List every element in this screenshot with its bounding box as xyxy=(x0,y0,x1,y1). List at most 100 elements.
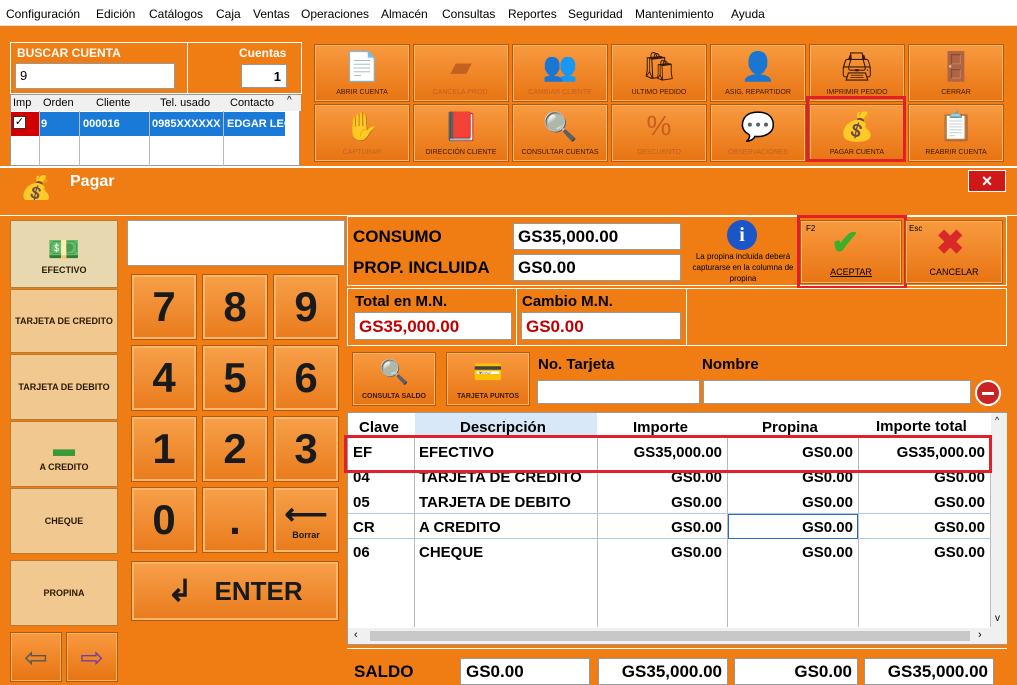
method-cheque[interactable]: CHEQUE xyxy=(10,488,118,554)
highlight-efectivo-row xyxy=(344,435,992,473)
col-tel: Tel. usado xyxy=(160,97,211,109)
exit-door-icon: 🚪 xyxy=(938,51,974,82)
tarjeta-puntos-button[interactable]: 💳 TARJETA PUNTOS xyxy=(446,352,530,406)
scroll-up-icon[interactable]: ^ xyxy=(995,415,999,425)
cancela-prod-button[interactable]: ▰ CANCELA PROD. xyxy=(413,44,509,102)
consultar-cuentas-button[interactable]: 🔍 CONSULTAR CUENTAS xyxy=(512,104,608,162)
ultimo-pedido-button[interactable]: 🛍 ULTIMO PEDIDO xyxy=(611,44,707,102)
menu-ayuda[interactable]: Ayuda xyxy=(731,7,765,21)
cerrar-button[interactable]: 🚪 CERRAR xyxy=(908,44,1004,102)
method-tarjeta-debito[interactable]: TARJETA DE DEBITO xyxy=(10,354,118,420)
dialog-title: Pagar xyxy=(70,173,115,190)
count-value: 1 xyxy=(241,64,287,88)
amount-display[interactable] xyxy=(127,220,345,266)
grid-line xyxy=(149,111,150,167)
no-tarjeta-input[interactable] xyxy=(537,380,700,404)
search-label: BUSCAR CUENTA xyxy=(17,46,121,60)
key-8[interactable]: 8 xyxy=(202,274,268,340)
method-tarjeta-credito[interactable]: TARJETA DE CREDITO xyxy=(10,289,118,353)
vertical-scrollbar[interactable]: ^ v xyxy=(991,413,1007,628)
menu-consultas[interactable]: Consultas xyxy=(442,7,495,21)
key-3[interactable]: 3 xyxy=(273,416,339,482)
key-borrar[interactable]: ⟵ Borrar xyxy=(273,487,339,553)
table-row[interactable]: 05 TARJETA DE DEBITO GS0.00 GS0.00 GS0.0… xyxy=(348,489,991,514)
highlight-pagar xyxy=(806,96,906,162)
scroll-down-icon[interactable]: v xyxy=(995,613,1000,624)
remove-icon[interactable] xyxy=(975,380,1001,406)
grid-line xyxy=(39,111,40,167)
enter-icon: ↲ xyxy=(167,574,193,608)
capturar-button[interactable]: ✋ CAPTURAR xyxy=(314,104,410,162)
search-input[interactable]: 9 xyxy=(15,63,175,89)
cambio-mn-value: GS0.00 xyxy=(521,312,681,340)
payments-header: Clave Descripción Importe Propina Import… xyxy=(348,413,991,437)
imprimir-pedido-button[interactable]: 🖨 IMPRIMIR PEDIDO xyxy=(809,44,905,102)
cancelar-button[interactable]: Esc ✖ CANCELAR xyxy=(905,220,1003,284)
row-cliente: 000016 xyxy=(83,118,120,130)
key-4[interactable]: 4 xyxy=(131,345,197,411)
method-propina[interactable]: PROPINA xyxy=(10,560,118,626)
users-icon: 👥 xyxy=(542,51,578,82)
menu-catalogos[interactable]: Catálogos xyxy=(149,7,203,21)
key-5[interactable]: 5 xyxy=(202,345,268,411)
count-label: Cuentas xyxy=(239,46,287,60)
menu-almacen[interactable]: Almacén xyxy=(381,7,428,21)
key-7[interactable]: 7 xyxy=(131,274,197,340)
table-row[interactable]: CR A CREDITO GS0.00 GS0.00 GS0.00 xyxy=(348,514,991,539)
cambiar-cliente-button[interactable]: 👥 CAMBIAR CLIENTE xyxy=(512,44,608,102)
abrir-cuenta-button[interactable]: 📄 ABRIR CUENTA xyxy=(314,44,410,102)
imp-checkbox[interactable]: ✓ xyxy=(13,116,26,129)
info-icon: i xyxy=(727,220,757,250)
key-0[interactable]: 0 xyxy=(131,487,197,553)
close-button[interactable]: × xyxy=(968,170,1006,192)
menu-mantenimiento[interactable]: Mantenimiento xyxy=(635,7,714,21)
scroll-thumb[interactable] xyxy=(370,631,970,641)
arrow-right-icon[interactable]: ⇨ xyxy=(66,632,118,682)
key-1[interactable]: 1 xyxy=(131,416,197,482)
horizontal-scrollbar[interactable]: ‹ › xyxy=(348,628,1007,644)
menu-ventas[interactable]: Ventas xyxy=(253,7,290,21)
direccion-cliente-button[interactable]: 📕 DIRECCIÓN CLIENTE xyxy=(413,104,509,162)
menu-edicion[interactable]: Edición xyxy=(96,7,135,21)
printer-icon: 🖨 xyxy=(839,51,875,82)
scroll-left-icon[interactable]: ‹ xyxy=(354,629,358,641)
menu-bar: Configuración Edición Catálogos Caja Ven… xyxy=(0,0,1017,26)
percent-tag-icon: % xyxy=(646,110,672,141)
nombre-input[interactable] xyxy=(703,380,971,404)
descuento-button[interactable]: % DESCUENTO xyxy=(611,104,707,162)
reabrir-cuenta-button[interactable]: 📋 REABRIR CUENTA xyxy=(908,104,1004,162)
scroll-right-icon[interactable]: › xyxy=(978,629,982,641)
asig-repartidor-button[interactable]: 👤 ASIG. REPARTIDOR xyxy=(710,44,806,102)
address-book-icon: 📕 xyxy=(443,111,479,142)
key-6[interactable]: 6 xyxy=(273,345,339,411)
total-propina: GS0.00 xyxy=(734,658,858,685)
cancelar-shortcut: Esc xyxy=(909,224,923,233)
key-dot[interactable]: . xyxy=(202,487,268,553)
document-icon: 📄 xyxy=(344,51,380,82)
arrow-left-icon[interactable]: ⇦ xyxy=(10,632,62,682)
method-efectivo[interactable]: 💵 EFECTIVO xyxy=(10,220,118,288)
no-tarjeta-label: No. Tarjeta xyxy=(538,356,615,373)
key-2[interactable]: 2 xyxy=(202,416,268,482)
menu-caja[interactable]: Caja xyxy=(216,7,241,21)
menu-reportes[interactable]: Reportes xyxy=(508,7,557,21)
reopen-icon: 📋 xyxy=(938,111,974,142)
total-mn-value: GS35,000.00 xyxy=(354,312,512,340)
observaciones-button[interactable]: 💬 OBSERVACIONES xyxy=(710,104,806,162)
enter-key[interactable]: ↲ ENTER xyxy=(131,561,339,621)
table-row[interactable]: 06 CHEQUE GS0.00 GS0.00 GS0.00 xyxy=(348,539,991,564)
key-9[interactable]: 9 xyxy=(273,274,339,340)
method-a-credito[interactable]: ▬ A CREDITO xyxy=(10,421,118,487)
table-row[interactable]: 9 000016 0985XXXXXX EDGAR LEC xyxy=(39,112,285,136)
scroll-up-icon[interactable]: ^ xyxy=(287,95,292,106)
nombre-label: Nombre xyxy=(702,356,759,373)
menu-operaciones[interactable]: Operaciones xyxy=(301,7,369,21)
col-imp: Imp xyxy=(13,97,32,109)
menu-configuracion[interactable]: Configuración xyxy=(6,7,80,21)
consulta-saldo-button[interactable]: 🔍 CONSULTA SALDO xyxy=(352,352,436,406)
points-card-icon: 💳 xyxy=(473,359,503,386)
menu-seguridad[interactable]: Seguridad xyxy=(568,7,623,21)
col-clave: Clave xyxy=(359,419,400,436)
cambio-mn-label: Cambio M.N. xyxy=(522,293,613,310)
saldo-value: GS0.00 xyxy=(460,658,590,685)
